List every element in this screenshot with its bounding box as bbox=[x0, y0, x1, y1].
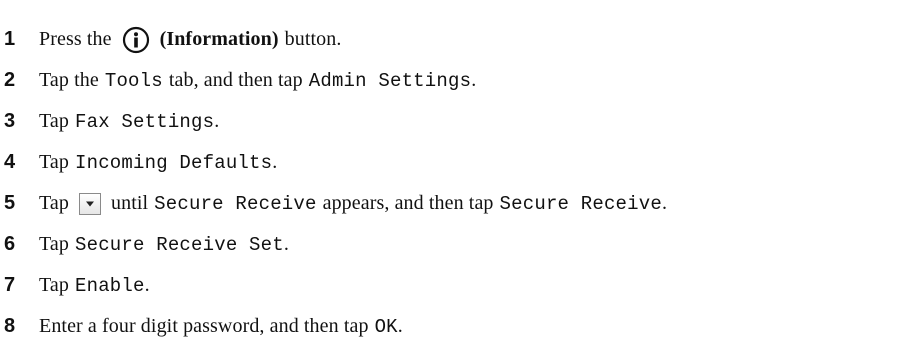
step-text: Tap Incoming Defaults . bbox=[39, 142, 277, 183]
step-text-segment: Tap bbox=[39, 274, 69, 296]
step-text-segment: Enter a four digit password, and then ta… bbox=[39, 315, 369, 337]
step-3: 3 Tap Fax Settings . bbox=[0, 101, 911, 142]
step-text-segment: . bbox=[397, 315, 403, 337]
step-number: 6 bbox=[4, 233, 16, 255]
ui-label-secure-receive-set: Secure Receive Set bbox=[75, 233, 284, 256]
ui-label-enable: Enable bbox=[75, 274, 145, 297]
button-name: (Information) bbox=[159, 28, 279, 50]
step-text: Tap Enable . bbox=[39, 265, 150, 306]
step-text-segment: . bbox=[272, 151, 278, 173]
step-text-segment: . bbox=[471, 69, 477, 91]
step-text-segment: appears, and then tap bbox=[322, 192, 494, 214]
step-text-segment: Tap bbox=[39, 151, 69, 173]
step-text-segment: Press the bbox=[39, 28, 112, 50]
ui-label-fax-settings: Fax Settings bbox=[75, 110, 215, 133]
step-number: 5 bbox=[4, 192, 16, 214]
step-text-segment: . bbox=[283, 233, 289, 255]
step-7: 7 Tap Enable . bbox=[0, 265, 911, 306]
step-text-segment: Tap bbox=[39, 192, 69, 214]
step-number: 4 bbox=[4, 151, 16, 173]
step-text-segment: button. bbox=[284, 28, 342, 50]
step-1: 1 Press the (Information) button. bbox=[0, 19, 911, 60]
step-number: 3 bbox=[4, 110, 16, 132]
step-text-segment: Tap bbox=[39, 233, 69, 255]
step-text-segment: . bbox=[661, 192, 668, 214]
step-text-segment: . bbox=[214, 110, 220, 132]
scroll-down-icon bbox=[79, 192, 101, 215]
ui-label-secure-receive: Secure Receive bbox=[499, 192, 662, 215]
procedure-steps: 1 Press the (Information) button. 2 Tap … bbox=[0, 19, 911, 347]
step-text-segment: until bbox=[111, 192, 149, 214]
step-6: 6 Tap Secure Receive Set . bbox=[0, 224, 911, 265]
step-5: 5 Tap until Secure Receive appears, and … bbox=[0, 183, 911, 224]
step-number: 2 bbox=[4, 69, 16, 91]
ui-label-incoming-defaults: Incoming Defaults bbox=[75, 151, 273, 174]
step-text: Press the (Information) button. bbox=[39, 19, 341, 60]
step-text: Tap until Secure Receive appears, and th… bbox=[39, 183, 667, 224]
ui-label-tools: Tools bbox=[104, 69, 163, 92]
step-text: Tap Fax Settings . bbox=[39, 101, 219, 142]
information-icon bbox=[122, 26, 150, 54]
step-8: 8 Enter a four digit password, and then … bbox=[0, 306, 911, 347]
step-text-segment: Tap bbox=[39, 110, 69, 132]
step-number: 1 bbox=[4, 28, 16, 50]
step-text-segment: tab, and then tap bbox=[168, 69, 303, 91]
step-2: 2 Tap the Tools tab, and then tap Admin … bbox=[0, 60, 911, 101]
step-text: Tap Secure Receive Set . bbox=[39, 224, 289, 265]
step-number: 7 bbox=[4, 274, 16, 296]
ui-label-admin-settings: Admin Settings bbox=[308, 69, 472, 92]
cropped-heading-fragment bbox=[40, 0, 360, 7]
step-4: 4 Tap Incoming Defaults . bbox=[0, 142, 911, 183]
ui-label-ok: OK bbox=[374, 315, 398, 338]
step-text: Tap the Tools tab, and then tap Admin Se… bbox=[39, 60, 476, 101]
step-text: Enter a four digit password, and then ta… bbox=[39, 306, 403, 347]
ui-label-secure-receive: Secure Receive bbox=[154, 192, 317, 215]
step-text-segment: . bbox=[144, 274, 150, 296]
step-text-segment: Tap the bbox=[39, 69, 99, 91]
step-number: 8 bbox=[4, 315, 16, 337]
